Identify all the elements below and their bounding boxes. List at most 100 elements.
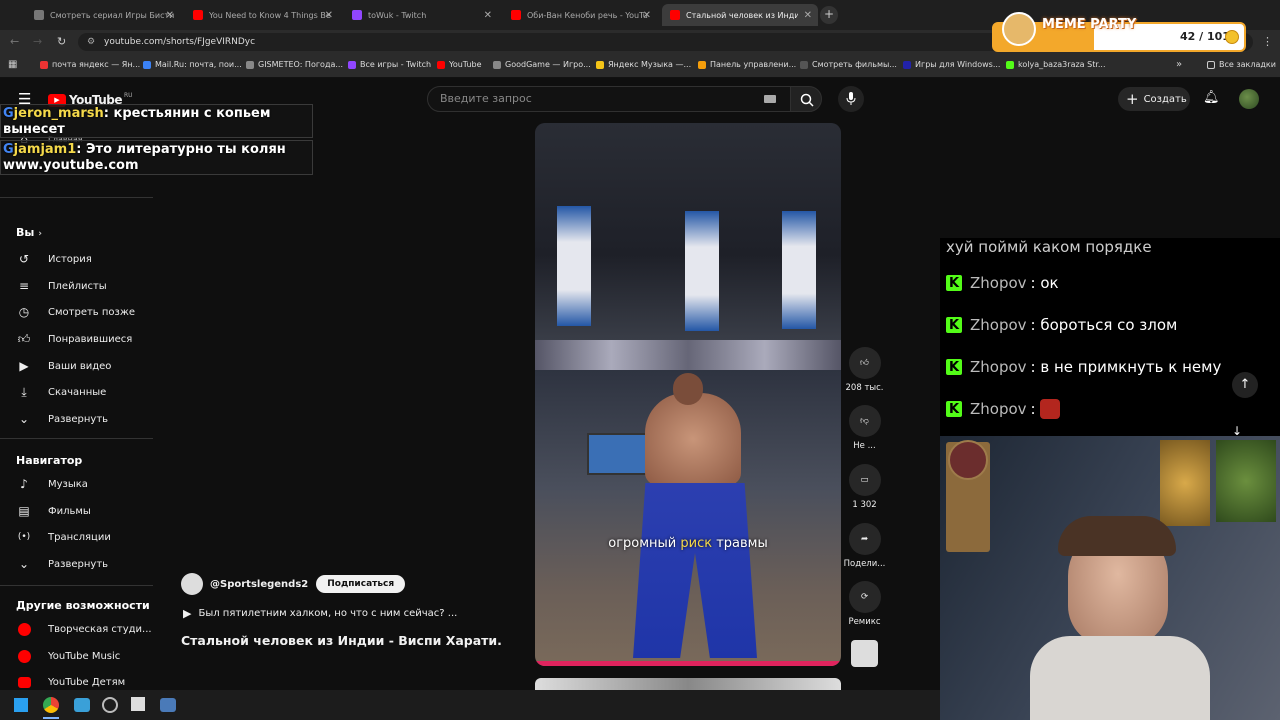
app-icon[interactable] [131, 697, 145, 711]
site-info-icon[interactable]: ⚙ [87, 33, 95, 51]
meme-party-label: MEME PARTY [1042, 17, 1137, 32]
sidebar-item-label: Плейлисты [48, 280, 107, 292]
sidebar-item-label: Смотреть позже [48, 306, 136, 318]
sidebar-item-liked[interactable]: 👍︎ Понравившиеся [16, 332, 133, 346]
youtube-favicon-icon [670, 10, 680, 20]
close-icon[interactable]: ✕ [484, 10, 492, 21]
scroll-top-button[interactable]: ↑ [1232, 372, 1258, 398]
browser-tab[interactable]: Смотреть сериал Игры Бисти ✕ [26, 4, 180, 26]
short-video-player[interactable]: огромный риск травмы [535, 123, 841, 666]
bookmark[interactable]: GoodGame — Игро... [493, 60, 591, 69]
bookmark-label: Смотреть фильмы... [812, 60, 897, 69]
playlist-link[interactable]: ▶ Был пятилетним халком, но что с ним сей… [183, 607, 457, 620]
close-icon[interactable]: ✕ [325, 10, 333, 21]
chat-text: ок [1040, 274, 1059, 292]
search-button[interactable] [790, 86, 822, 112]
bookmark[interactable]: почта яндекс — Ян... [40, 60, 140, 69]
telegram-icon[interactable] [74, 698, 90, 712]
all-bookmarks[interactable]: Все закладки [1207, 60, 1276, 69]
sidebar-item-youtube-music[interactable]: YouTube Music [16, 649, 120, 663]
sidebar-item-downloads[interactable]: ⤓ Скачанные [16, 385, 106, 399]
bookmark[interactable]: YouTube [437, 60, 482, 69]
chrome-icon[interactable] [43, 697, 59, 713]
bookmark[interactable]: Mail.Ru: почта, пои... [143, 60, 242, 69]
chat-text: в не примкнуть к нему [1040, 358, 1222, 376]
comment-icon: ▭ [848, 464, 881, 496]
region-code: RU [124, 91, 133, 99]
bookmark[interactable]: Панель управлени... [698, 60, 796, 69]
sidebar-item-expand[interactable]: ⌄ Развернуть [16, 412, 108, 426]
video-progress-track[interactable] [535, 661, 841, 666]
bookmark-label: Яндекс Музыка —... [608, 60, 692, 69]
keyboard-icon[interactable] [764, 95, 776, 103]
dislike-button[interactable]: 👎︎ Не ... [842, 405, 887, 451]
sidebar-item-history[interactable]: ↺ История [16, 252, 92, 266]
avatar[interactable] [1239, 89, 1259, 109]
sidebar-item-your-videos[interactable]: ▶ Ваши видео [16, 359, 111, 373]
comments-button[interactable]: ▭ 1 302 [842, 464, 887, 510]
google-g-icon: G [3, 142, 14, 157]
emote-icon [1040, 399, 1061, 419]
bookmark[interactable]: kolya_baza3raza Str... [1006, 60, 1106, 69]
streamer-shirt [1030, 636, 1210, 720]
voice-search-button[interactable] [838, 86, 864, 112]
sidebar-item-live[interactable]: (•) Трансляции [16, 530, 111, 544]
apps-grid-icon[interactable]: ▦ [8, 59, 17, 70]
chevron-right-icon[interactable]: » [1176, 59, 1182, 70]
sidebar-divider [0, 585, 153, 586]
close-icon[interactable]: ✕ [643, 10, 651, 21]
steam-icon[interactable] [160, 698, 176, 712]
search-input[interactable]: Введите запрос [427, 86, 793, 112]
chevron-right-icon: › [38, 229, 42, 239]
bookmark[interactable]: Все игры - Twitch [348, 60, 431, 69]
bookmark-label: Игры для Windows... [915, 60, 1001, 69]
menu-icon[interactable]: ⋮ [1262, 35, 1273, 48]
channel-avatar[interactable] [181, 573, 203, 595]
close-icon[interactable]: ✕ [804, 10, 812, 21]
athlete-torso [645, 393, 741, 485]
next-short-preview[interactable] [535, 678, 841, 690]
music-note-icon: ♪ [20, 477, 28, 491]
remix-button[interactable]: ⟳ Ремикс [842, 581, 887, 627]
video-progress-fill [535, 661, 841, 666]
sidebar-item-expand-navigator[interactable]: ⌄ Развернуть [16, 557, 108, 571]
bookmark-label: почта яндекс — Ян... [52, 60, 141, 69]
obs-icon[interactable] [102, 697, 118, 713]
bookmark-label: kolya_baza3raza Str... [1018, 60, 1106, 69]
notifications-bell-icon[interactable]: 🔔︎ [1203, 90, 1220, 105]
sidebar-item-studio[interactable]: Творческая студи... [16, 622, 152, 636]
forward-icon[interactable]: → [33, 35, 42, 48]
close-icon[interactable]: ✕ [166, 10, 174, 21]
doge-icon [1002, 12, 1036, 46]
arena-ring [535, 340, 841, 370]
bookmark[interactable]: Смотреть фильмы... [800, 60, 897, 69]
new-tab-button[interactable]: + [820, 6, 838, 24]
sidebar-section-you[interactable]: Вы › [16, 226, 42, 239]
chevron-down-icon: ⌄ [18, 557, 30, 571]
dislike-label: Не ... [853, 441, 876, 451]
windows-start-icon[interactable] [14, 698, 28, 712]
sidebar-item-playlists[interactable]: ≡ Плейлисты [16, 279, 107, 293]
browser-tab-active[interactable]: Стальной человек из Инди ✕ [662, 4, 818, 26]
tab-title: Оби-Ван Кеноби речь - YouTu [527, 10, 648, 20]
back-icon[interactable]: ← [10, 35, 19, 48]
channel-name[interactable]: @Sportslegends2 [210, 579, 308, 590]
subscribe-button[interactable]: Подписаться [316, 575, 406, 593]
scroll-down-icon[interactable]: ↓ [1232, 424, 1242, 438]
sound-thumbnail[interactable] [851, 640, 878, 667]
browser-tab[interactable]: Оби-Ван Кеноби речь - YouTu ✕ [503, 4, 657, 26]
like-button[interactable]: 👍︎ 208 тыс. [842, 347, 887, 393]
sidebar-item-movies[interactable]: ▤ Фильмы [16, 504, 91, 518]
sidebar-item-music[interactable]: ♪ Музыка [16, 477, 88, 491]
sidebar-item-watch-later[interactable]: ◷ Смотреть позже [16, 305, 135, 319]
browser-tab[interactable]: You Need to Know 4 Things Be ✕ [185, 4, 339, 26]
bookmark[interactable]: Яндекс Музыка —... [596, 60, 691, 69]
bookmark[interactable]: GISMETEO: Погода... [246, 60, 343, 69]
browser-tab[interactable]: toWuk - Twitch ✕ [344, 4, 498, 26]
bookmark[interactable]: Игры для Windows... [903, 60, 1000, 69]
reload-icon[interactable]: ↻ [57, 35, 66, 48]
sidebar-item-youtube-kids[interactable]: YouTube Детям [16, 675, 125, 689]
create-button[interactable]: + Создать [1118, 87, 1190, 111]
share-button[interactable]: ➦ Подели... [842, 523, 887, 569]
sidebar-item-label: Развернуть [48, 413, 109, 425]
